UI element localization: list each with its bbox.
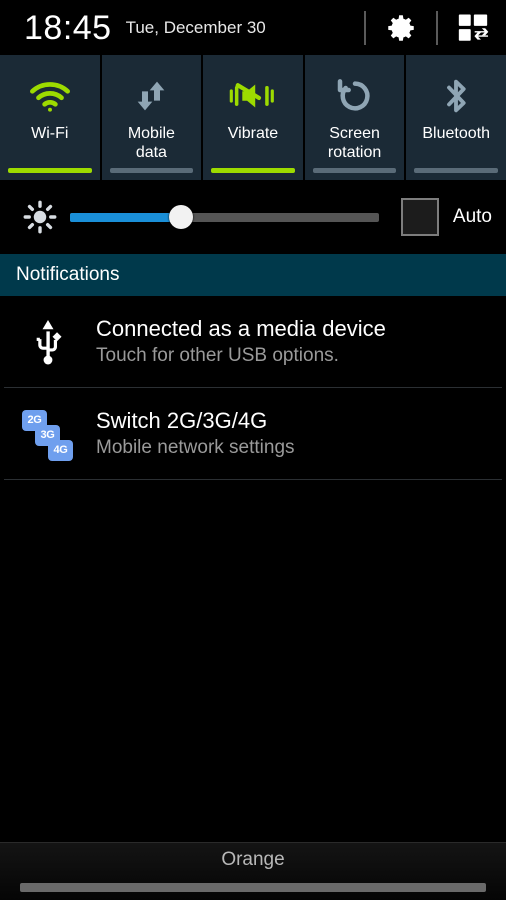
toggle-indicator-wifi bbox=[8, 168, 92, 173]
mobile-data-icon bbox=[129, 73, 173, 119]
toggle-bluetooth[interactable]: Bluetooth bbox=[406, 55, 506, 180]
notification-switch-network[interactable]: 2G 3G 4G Switch 2G/3G/4G Mobile network … bbox=[0, 388, 506, 479]
notification-text: Connected as a media device Touch for ot… bbox=[96, 315, 490, 368]
brightness-slider[interactable] bbox=[70, 203, 379, 231]
slider-fill bbox=[70, 212, 182, 222]
screen-rotation-icon bbox=[334, 73, 376, 119]
brightness-row: Auto bbox=[0, 180, 506, 254]
toggle-indicator-vibrate bbox=[211, 168, 295, 173]
toggle-label-screen-rotation: Screen rotation bbox=[327, 125, 382, 161]
notification-title: Switch 2G/3G/4G bbox=[96, 408, 268, 433]
brightness-icon bbox=[16, 200, 64, 234]
toggle-indicator-screen-rotation bbox=[312, 168, 397, 173]
toggle-screen-rotation[interactable]: Screen rotation bbox=[304, 55, 405, 180]
quick-settings-row: Wi-Fi Mobile data Vibrate Screen rotatio… bbox=[0, 55, 506, 180]
network-2g3g4g-icon: 2G 3G 4G bbox=[0, 408, 96, 461]
status-bar: 18:45 Tue, December 30 bbox=[0, 0, 506, 55]
vibrate-icon bbox=[229, 73, 277, 119]
notifications-header-label: Notifications bbox=[16, 264, 120, 285]
drag-handle[interactable] bbox=[20, 883, 486, 892]
notification-text: Switch 2G/3G/4G Mobile network settings bbox=[96, 407, 490, 460]
usb-icon bbox=[0, 319, 96, 365]
toggle-indicator-bluetooth bbox=[414, 168, 498, 173]
slider-thumb[interactable] bbox=[169, 205, 194, 229]
carrier-bar[interactable]: Orange bbox=[0, 842, 506, 900]
toggle-mobile-data[interactable]: Mobile data bbox=[101, 55, 202, 180]
clock: 18:45 bbox=[24, 8, 112, 47]
toggle-vibrate[interactable]: Vibrate bbox=[203, 55, 303, 180]
notification-divider bbox=[4, 479, 502, 480]
multi-window-icon[interactable] bbox=[454, 9, 492, 47]
notification-shade: 18:45 Tue, December 30 Wi-Fi Mobile data… bbox=[0, 0, 506, 900]
toggle-wifi[interactable]: Wi-Fi bbox=[0, 55, 100, 180]
toggle-label-mobile-data: Mobile data bbox=[127, 125, 175, 161]
auto-brightness-toggle[interactable]: Auto bbox=[400, 198, 492, 236]
network-badge-stack: 2G 3G 4G bbox=[22, 408, 74, 461]
notification-subtitle: Touch for other USB options. bbox=[96, 345, 339, 366]
notifications-header: Notifications bbox=[0, 254, 506, 296]
auto-brightness-label: Auto bbox=[452, 206, 492, 227]
bluetooth-icon bbox=[438, 73, 474, 119]
statusbar-divider-1 bbox=[364, 10, 366, 45]
toggle-indicator-mobile-data bbox=[109, 168, 194, 173]
date-label: Tue, December 30 bbox=[125, 18, 266, 37]
toggle-label-wifi: Wi-Fi bbox=[31, 125, 69, 142]
toggle-label-vibrate: Vibrate bbox=[227, 125, 279, 142]
notification-list: Connected as a media device Touch for ot… bbox=[0, 296, 506, 480]
notification-usb[interactable]: Connected as a media device Touch for ot… bbox=[0, 296, 506, 387]
carrier-name: Orange bbox=[221, 849, 285, 870]
notification-subtitle: Mobile network settings bbox=[96, 437, 295, 458]
auto-brightness-checkbox[interactable] bbox=[400, 198, 439, 236]
wifi-icon bbox=[27, 73, 73, 119]
notification-title: Connected as a media device bbox=[96, 316, 386, 341]
toggle-label-bluetooth: Bluetooth bbox=[422, 125, 490, 142]
statusbar-divider-2 bbox=[436, 10, 438, 45]
gear-icon[interactable] bbox=[382, 9, 420, 47]
badge-4g: 4G bbox=[48, 439, 73, 461]
